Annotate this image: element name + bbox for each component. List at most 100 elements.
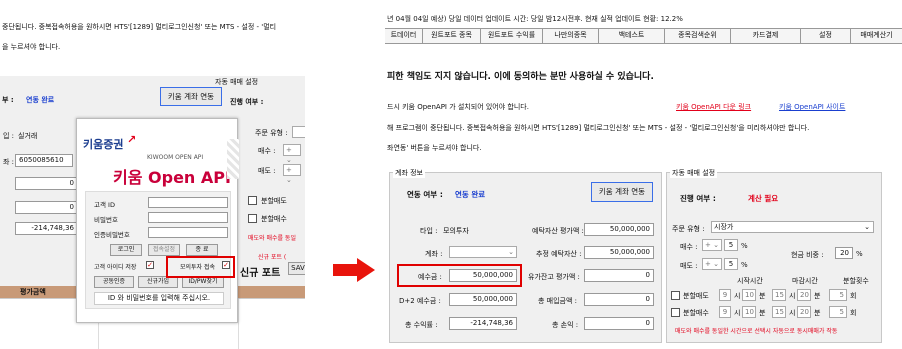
tab-portfolio-returns[interactable]: 원트포트 수익률 bbox=[481, 29, 543, 43]
total-pnl-label: 총 손익 : bbox=[552, 321, 579, 329]
total-pnl-value: 0 bbox=[584, 317, 654, 330]
split-count-header: 분할횟수 bbox=[843, 277, 869, 285]
split-sell-row: 분할매도 9 시 10 분 15 시 20 분 5 회 bbox=[671, 289, 881, 303]
save-id-checkbox[interactable]: ✓ bbox=[146, 261, 154, 269]
right-screenshot: 년 04월 04일 예상) 당일 데이터 업데이트 시간: 당일 밤12시전후.… bbox=[385, 0, 902, 349]
split-buy-label: 분할매수 bbox=[683, 309, 709, 317]
split-sell-checkbox[interactable] bbox=[671, 291, 680, 300]
left-buy-select[interactable]: + ⌄ bbox=[283, 144, 301, 164]
stock-eval-label: 유가잔고 평가액 : bbox=[528, 273, 580, 281]
left-status-label: 부 : bbox=[2, 96, 14, 104]
left-auto-trade-title: 자동 매매 설정 bbox=[215, 78, 259, 86]
tab-data[interactable]: 트데이터 bbox=[385, 29, 423, 43]
sell-sign-select[interactable]: + ⌄ bbox=[702, 258, 722, 270]
order-type-label: 주문 유형 : bbox=[672, 225, 705, 233]
kiwoom-stripe bbox=[227, 139, 239, 179]
order-type-chevron-icon: ⌄ bbox=[864, 223, 870, 231]
split-buy-hour-unit: 시 bbox=[734, 309, 741, 317]
tab-my-stocks[interactable]: 나만의종목 bbox=[543, 29, 599, 43]
type-value: 모의투자 bbox=[443, 227, 469, 235]
left-order-type-select[interactable] bbox=[292, 126, 305, 138]
id-label: 고객 ID bbox=[94, 201, 115, 209]
pw-label: 비밀번호 bbox=[94, 216, 118, 224]
left-split-sell-checkbox[interactable] bbox=[248, 196, 257, 205]
split-buy-count[interactable]: 5 bbox=[829, 306, 847, 318]
exit-button[interactable]: 종 료 bbox=[186, 244, 218, 256]
left-save-button[interactable]: SAV bbox=[288, 262, 305, 275]
total-profit-value: -214,748,36 bbox=[449, 317, 517, 330]
id-input[interactable] bbox=[148, 197, 228, 208]
multi-login-note: 해 프로그램이 중단됩니다. 중복접속허용을 원하시면 HTS'[1289] 멀… bbox=[387, 124, 810, 132]
auto-trade-title: 자동 매매 설정 bbox=[670, 168, 718, 178]
split-sell-end-hour[interactable]: 15 bbox=[772, 289, 786, 301]
account-info-title: 계좌 정보 bbox=[393, 168, 425, 178]
kiwoom-open-api-title: 키움 Open API bbox=[113, 168, 231, 187]
connect-settings-button[interactable]: 접속설정 bbox=[148, 244, 180, 256]
left-order-type-label: 주문 유형 : bbox=[255, 129, 288, 137]
tab-settings[interactable]: 설정 bbox=[801, 29, 851, 43]
split-sell-count-unit: 회 bbox=[850, 292, 857, 300]
type-label: 타입 : bbox=[420, 227, 438, 235]
order-type-select[interactable]: 시장가 ⌄ bbox=[711, 221, 874, 233]
d2-deposit-label: D+2 예수금 : bbox=[399, 297, 441, 305]
split-buy-end-min[interactable]: 20 bbox=[797, 306, 811, 318]
sell-percent-unit: % bbox=[741, 261, 748, 269]
download-link[interactable]: 키움 OpenAPI 다운 링크 bbox=[676, 102, 751, 112]
left-sell-select[interactable]: + ⌄ bbox=[283, 164, 301, 184]
left-amount-2: 0 bbox=[15, 201, 78, 214]
cert-input[interactable] bbox=[148, 227, 228, 238]
cash-ratio-input[interactable]: 20 bbox=[835, 247, 853, 259]
start-time-header: 시작시간 bbox=[737, 277, 763, 285]
split-sell-label: 분할매도 bbox=[683, 292, 709, 300]
login-notice: ID 와 비밀번호를 입력해 주십시오. bbox=[94, 292, 224, 305]
split-buy-min-unit: 분 bbox=[759, 309, 766, 317]
split-buy-row: 분할매수 9 시 10 분 15 시 20 분 5 회 bbox=[671, 306, 881, 320]
left-account-select[interactable]: 6050085610 bbox=[15, 154, 73, 167]
cash-ratio-label: 현금 비중 : bbox=[791, 251, 824, 259]
disclaimer: 피한 책임도 지지 않습니다. 이에 동의하는 분만 사용하실 수 있습니다. bbox=[387, 72, 654, 82]
est-value: 50,000,000 bbox=[584, 246, 654, 259]
left-status-value: 연동 완료 bbox=[26, 96, 55, 104]
split-buy-checkbox[interactable] bbox=[671, 308, 680, 317]
login-button[interactable]: 로그인 bbox=[110, 244, 142, 256]
split-buy-end-hour[interactable]: 15 bbox=[772, 306, 786, 318]
left-sell-label: 매도 : bbox=[258, 167, 276, 175]
split-sell-count[interactable]: 5 bbox=[829, 289, 847, 301]
sell-percent-input[interactable]: 5 bbox=[724, 258, 738, 270]
left-type-value: 실거래 bbox=[18, 132, 38, 140]
tab-trade-calculator[interactable]: 매매계산기 bbox=[851, 29, 902, 43]
buy-percent-input[interactable]: 5 bbox=[724, 239, 738, 251]
tab-stock-search-rank[interactable]: 종목검색순위 bbox=[665, 29, 731, 43]
left-connect-button[interactable]: 키움 계좌 연동 bbox=[160, 87, 222, 106]
split-sell-end-hour-unit: 시 bbox=[789, 292, 796, 300]
account-select[interactable]: ⌄ bbox=[449, 246, 517, 258]
tab-backtest[interactable]: 백테스트 bbox=[599, 29, 665, 43]
cert-label: 인증비밀번호 bbox=[94, 231, 130, 239]
tab-card-payment[interactable]: 카드결제 bbox=[731, 29, 801, 43]
tab-portfolio-stocks[interactable]: 원트포트 종목 bbox=[423, 29, 481, 43]
left-amount-total: -214,748,36 bbox=[15, 222, 78, 235]
left-split-buy-checkbox[interactable] bbox=[248, 214, 257, 223]
split-sell-hour-unit: 시 bbox=[734, 292, 741, 300]
split-sell-end-min[interactable]: 20 bbox=[797, 289, 811, 301]
login-dialog: 키움증권 ↗ KIWOOM OPEN API 키움 Open API 고객 ID… bbox=[76, 118, 239, 323]
split-sell-start-min[interactable]: 10 bbox=[742, 289, 756, 301]
cert-button[interactable]: 공동인증 bbox=[94, 276, 134, 288]
split-sell-start-hour[interactable]: 9 bbox=[719, 289, 731, 301]
site-link[interactable]: 키움 OpenAPI 사이트 bbox=[779, 102, 845, 112]
left-amount-1: 0 bbox=[15, 177, 78, 190]
connect-account-button[interactable]: 키움 계좌 연동 bbox=[591, 182, 653, 202]
kiwoom-logo-icon: ↗ bbox=[127, 133, 137, 146]
eval-value: 50,000,000 bbox=[584, 223, 654, 236]
stock-eval-value: 0 bbox=[584, 269, 654, 282]
left-split-buy-label: 분할매수 bbox=[261, 215, 287, 223]
pw-input[interactable] bbox=[148, 212, 228, 223]
split-buy-start-hour[interactable]: 9 bbox=[719, 306, 731, 318]
split-buy-start-min[interactable]: 10 bbox=[742, 306, 756, 318]
split-sell-min-unit: 분 bbox=[759, 292, 766, 300]
left-warning: 매도와 매수를 동일 bbox=[248, 235, 296, 242]
buy-label: 매수 : bbox=[680, 243, 698, 251]
end-time-header: 마감시간 bbox=[792, 277, 818, 285]
split-buy-end-hour-unit: 시 bbox=[789, 309, 796, 317]
buy-sign-select[interactable]: + ⌄ bbox=[702, 239, 722, 251]
